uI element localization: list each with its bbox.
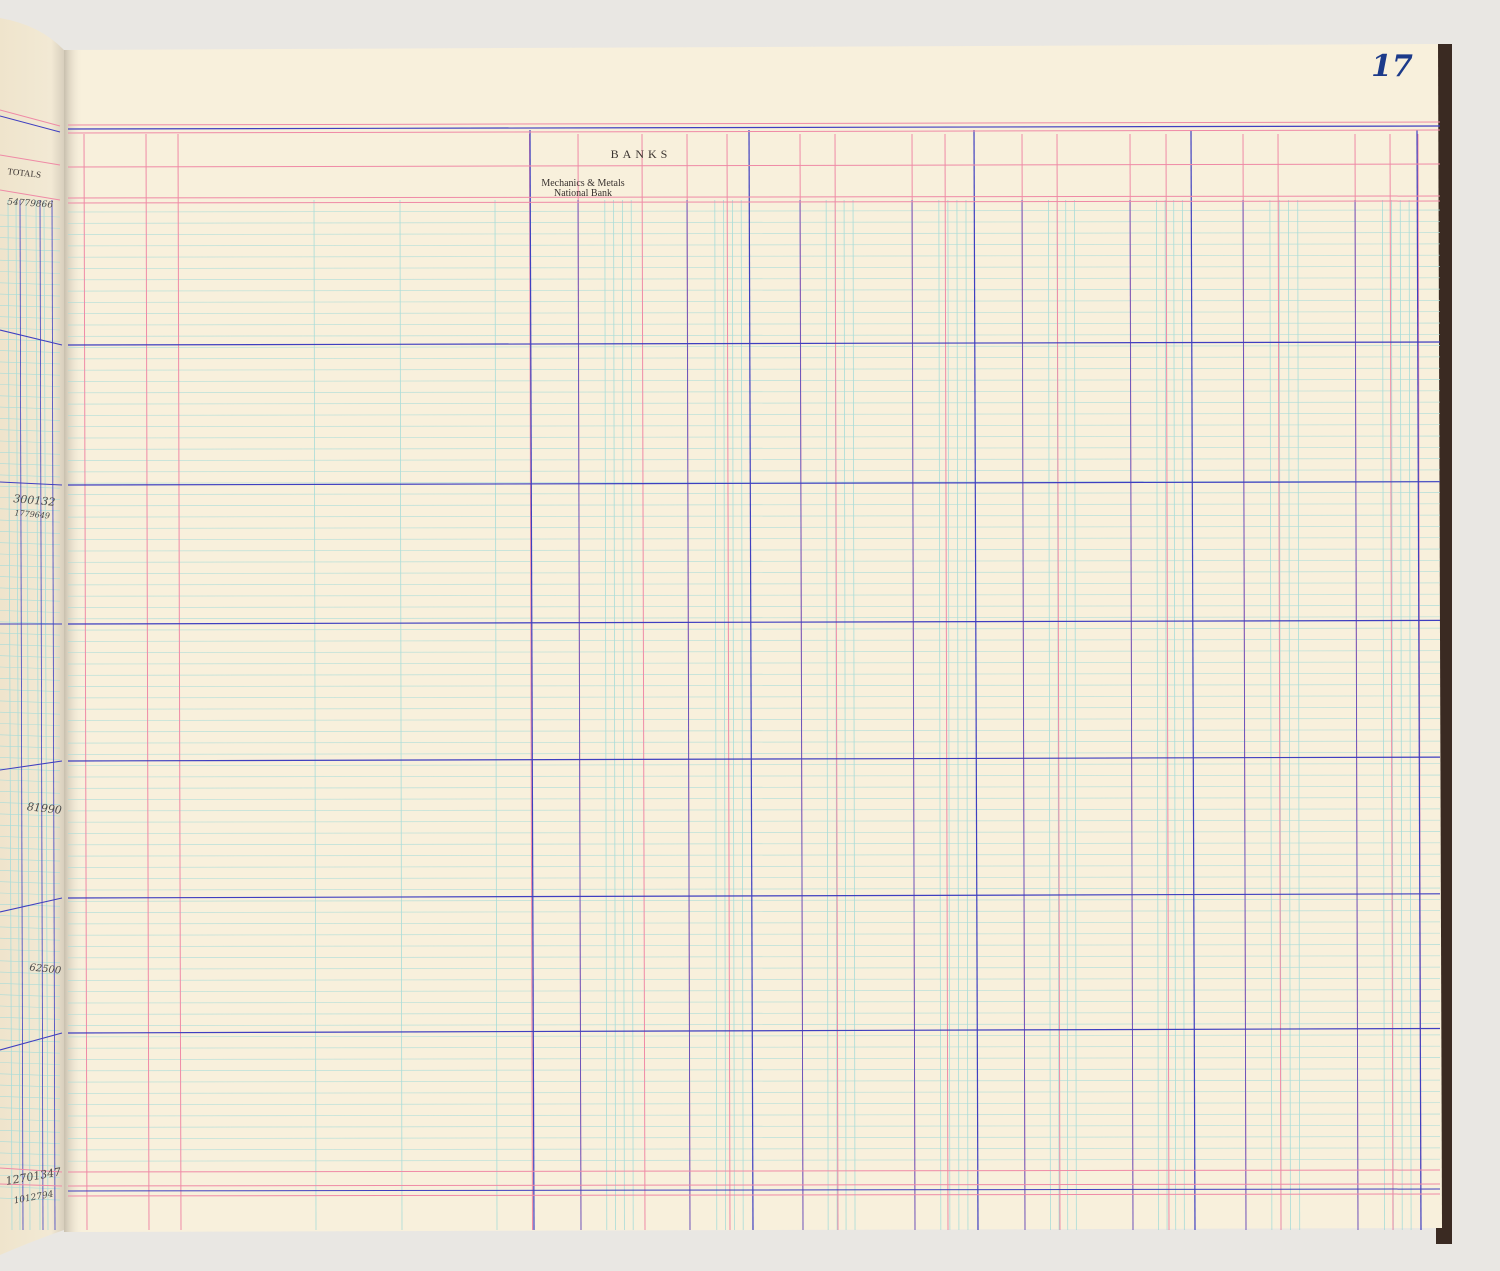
- gutter-shadow: [64, 50, 82, 1232]
- group-title: BANKS: [611, 147, 672, 161]
- ledger-spread: BANKS Mechanics & Metals National Bank T…: [0, 18, 1452, 1255]
- bank-column-label-line2: National Bank: [554, 188, 612, 199]
- page-number: 17: [1371, 49, 1413, 84]
